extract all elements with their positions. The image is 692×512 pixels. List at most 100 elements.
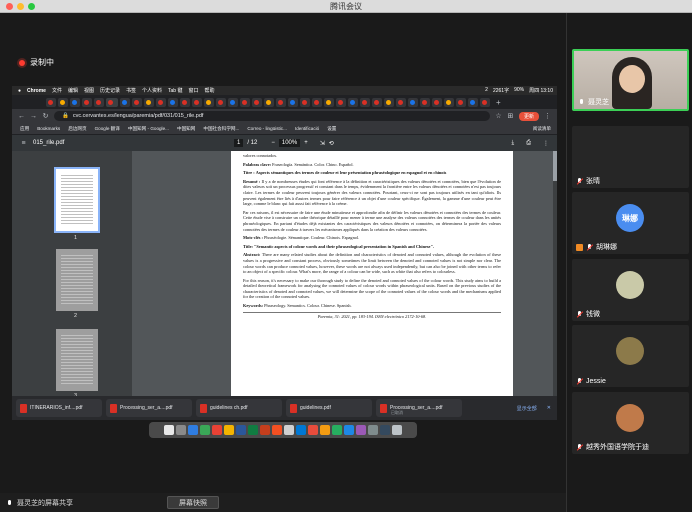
rotate-icon[interactable]: ⟲ — [329, 140, 334, 147]
screenshot-button[interactable]: 屏幕快照 — [167, 496, 219, 509]
more-menu-icon[interactable]: ⋮ — [544, 112, 551, 120]
menu-item-bookmarks[interactable]: 书签 — [126, 87, 136, 94]
reload-icon[interactable]: ↻ — [42, 112, 49, 120]
browser-tab[interactable] — [336, 97, 346, 107]
menu-item-history[interactable]: 历史记录 — [100, 87, 120, 94]
bookmark-item[interactable]: 应用 — [20, 126, 29, 132]
browser-tab[interactable] — [46, 97, 56, 107]
browser-tab[interactable] — [372, 97, 382, 107]
more-icon[interactable]: ⋮ — [543, 140, 549, 147]
menu-item-profile[interactable]: 个人资料 — [142, 87, 162, 94]
browser-tab[interactable] — [58, 97, 68, 107]
bookmark-item[interactable]: 设置 — [327, 126, 336, 132]
browser-tab[interactable] — [420, 97, 430, 107]
bookmark-item[interactable]: Google 翻译 — [95, 126, 120, 132]
app-icon[interactable] — [212, 425, 222, 435]
wechat-icon[interactable] — [332, 425, 342, 435]
browser-tab[interactable] — [396, 97, 406, 107]
hamburger-menu-icon[interactable]: ≡ — [20, 140, 27, 147]
browser-tab[interactable] — [468, 97, 478, 107]
download-item[interactable]: ITINERARIOS_inf....pdf — [16, 399, 102, 417]
app-icon[interactable] — [368, 425, 378, 435]
fit-page-icon[interactable]: ⇲ — [320, 140, 325, 147]
scroll-thumb[interactable] — [553, 151, 557, 181]
app-icon[interactable] — [224, 425, 234, 435]
browser-tab[interactable] — [264, 97, 274, 107]
zoom-out-icon[interactable]: − — [271, 140, 275, 146]
menu-item-edit[interactable]: 编辑 — [68, 87, 78, 94]
menu-item-tab[interactable]: Tab 键 — [168, 87, 182, 94]
app-icon[interactable] — [296, 425, 306, 435]
menu-item-chrome[interactable]: Chrome — [27, 88, 46, 94]
zoom-in-icon[interactable]: + — [304, 140, 308, 146]
browser-tab[interactable] — [82, 97, 92, 107]
print-icon[interactable]: ⎙ — [526, 140, 531, 147]
download-item[interactable]: guidelines ch.pdf — [196, 399, 282, 417]
browser-tab[interactable] — [168, 97, 178, 107]
menu-item-window[interactable]: 窗口 — [188, 87, 198, 94]
pdf-scrollbar[interactable] — [553, 151, 557, 396]
browser-tab[interactable] — [180, 97, 190, 107]
app-icon[interactable] — [284, 425, 294, 435]
browser-tab[interactable] — [324, 97, 334, 107]
menu-item-help[interactable]: 帮助 — [205, 87, 215, 94]
download-icon[interactable]: ⤓ — [512, 140, 515, 147]
menu-item-file[interactable]: 文件 — [52, 87, 62, 94]
excel-icon[interactable] — [248, 425, 258, 435]
browser-tab[interactable] — [228, 97, 238, 107]
participant-tile[interactable]: Jessie — [572, 325, 689, 387]
browser-tab[interactable] — [408, 97, 418, 107]
page-thumbnail[interactable] — [56, 249, 98, 311]
browser-tab[interactable] — [480, 97, 490, 107]
browser-tab[interactable] — [384, 97, 394, 107]
participant-tile[interactable]: 琳娜 胡琳娜 — [572, 192, 689, 254]
app-icon[interactable] — [320, 425, 330, 435]
participant-tile[interactable]: 钱微 — [572, 259, 689, 321]
browser-tab[interactable] — [432, 97, 442, 107]
download-item[interactable]: guidelines.pdf — [286, 399, 372, 417]
page-number-input[interactable]: 1 — [234, 139, 244, 147]
bookmark-item[interactable]: 中国知网 — [177, 126, 195, 132]
participant-tile[interactable]: 聂灵芝 — [572, 49, 689, 111]
browser-tab[interactable] — [132, 97, 142, 107]
chrome-icon[interactable] — [200, 425, 210, 435]
browser-tab[interactable] — [276, 97, 286, 107]
bookmark-item[interactable]: Identificació — [295, 126, 319, 131]
page-thumbnail[interactable] — [56, 329, 98, 391]
app-icon[interactable] — [272, 425, 282, 435]
safari-icon[interactable] — [188, 425, 198, 435]
powerpoint-icon[interactable] — [260, 425, 270, 435]
browser-tab[interactable] — [204, 97, 214, 107]
back-icon[interactable]: ← — [18, 113, 25, 120]
update-button[interactable]: 更新 — [518, 111, 539, 121]
browser-tab[interactable] — [156, 97, 166, 107]
app-icon[interactable] — [308, 425, 318, 435]
menu-item-view[interactable]: 视图 — [84, 87, 94, 94]
browser-tab[interactable] — [94, 97, 104, 107]
download-item[interactable]: Processing_ser_a....pdf — [106, 399, 192, 417]
browser-tab[interactable] — [252, 97, 262, 107]
bookmark-item[interactable]: Correo - lingüistic... — [247, 126, 287, 131]
word-icon[interactable] — [236, 425, 246, 435]
page-thumbnail[interactable] — [54, 167, 100, 233]
browser-tab[interactable] — [360, 97, 370, 107]
browser-tab[interactable] — [240, 97, 250, 107]
forward-icon[interactable]: → — [30, 113, 37, 120]
bookmark-item[interactable]: 中国社会科学网... — [203, 126, 239, 132]
new-tab-icon[interactable]: + — [496, 98, 501, 107]
download-item[interactable]: Processing_ser_a....pdf 已取消 — [376, 399, 462, 417]
tencent-meeting-icon[interactable] — [344, 425, 354, 435]
browser-tab[interactable] — [348, 97, 358, 107]
bookmark-item[interactable]: Bookmarks — [37, 126, 60, 131]
browser-tab-active[interactable] — [106, 97, 118, 107]
app-icon[interactable] — [380, 425, 390, 435]
browser-tab[interactable] — [70, 97, 80, 107]
app-icon[interactable] — [356, 425, 366, 435]
browser-tab[interactable] — [456, 97, 466, 107]
close-downloads-icon[interactable]: ✕ — [547, 405, 551, 412]
participant-tile[interactable]: 张晴 — [572, 126, 689, 188]
browser-tab[interactable] — [312, 97, 322, 107]
reading-list[interactable]: 阅读清单 — [533, 126, 557, 132]
trash-icon[interactable] — [392, 425, 402, 435]
bookmark-item[interactable]: 后边网页 — [68, 126, 86, 132]
